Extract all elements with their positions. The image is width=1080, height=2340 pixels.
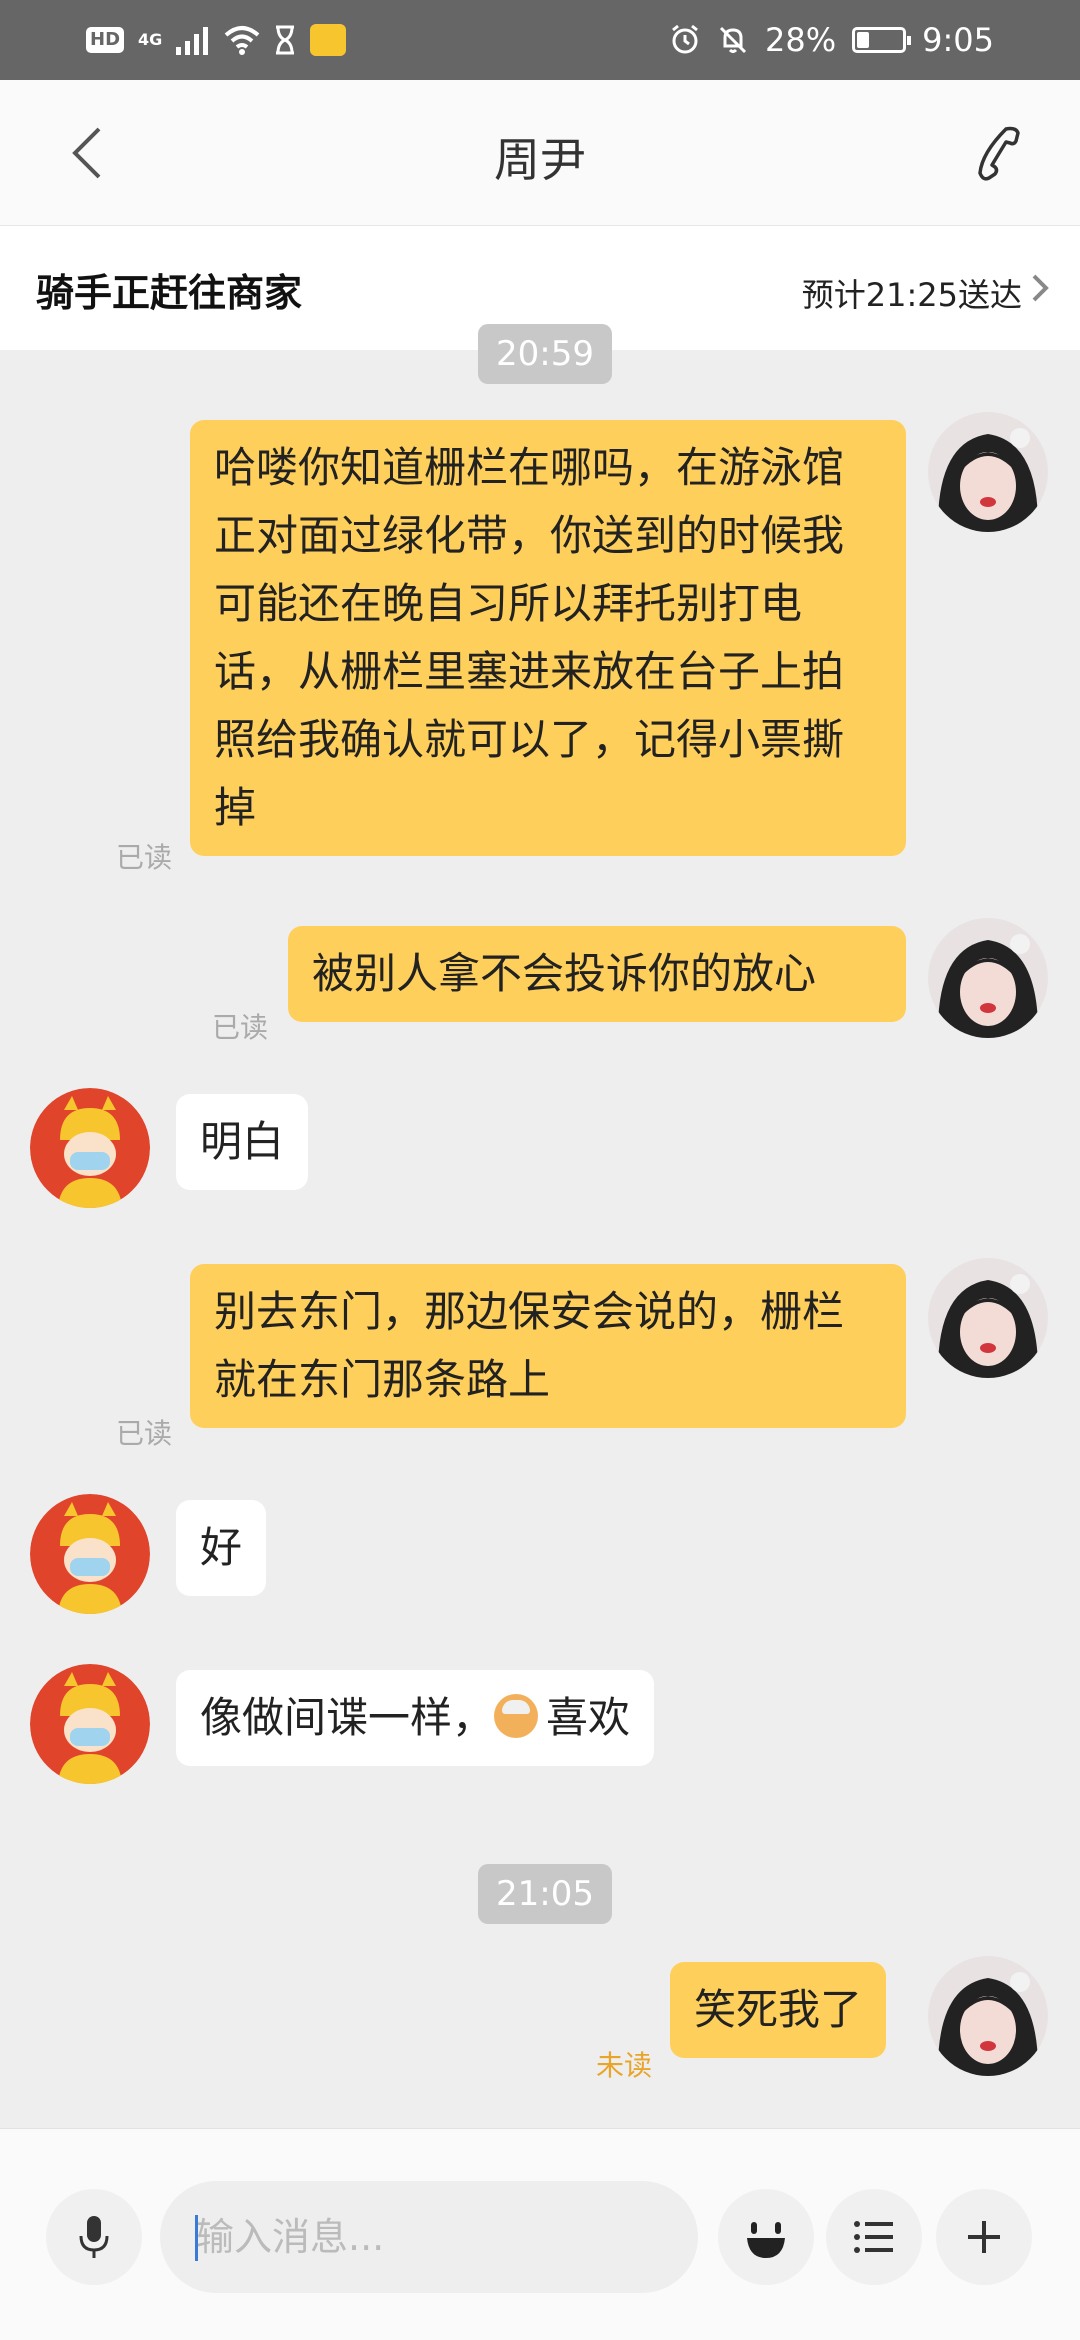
read-receipt: 已读 bbox=[212, 1011, 269, 1044]
emoji-icon bbox=[747, 2222, 785, 2258]
phone-icon bbox=[978, 126, 1020, 181]
clock: 9:05 bbox=[922, 21, 994, 59]
plus-icon bbox=[968, 2221, 1000, 2253]
menu-button[interactable] bbox=[826, 2189, 922, 2285]
sent-message-bubble[interactable]: 别去东门，那边保安会说的，栅栏就在东门那条路上 bbox=[190, 1264, 906, 1428]
microphone-icon bbox=[79, 2216, 109, 2258]
emoji-button[interactable] bbox=[718, 2189, 814, 2285]
more-button[interactable] bbox=[936, 2189, 1032, 2285]
avatar[interactable] bbox=[928, 1956, 1048, 2076]
courier-avatar-image bbox=[30, 1494, 150, 1614]
hourglass-icon bbox=[276, 25, 295, 55]
unread-receipt: 未读 bbox=[596, 2049, 653, 2082]
app-notification-icon bbox=[310, 24, 347, 56]
status-bar-left: HD 4G bbox=[86, 20, 347, 60]
courier-avatar[interactable] bbox=[30, 1664, 150, 1784]
message-input[interactable] bbox=[160, 2181, 698, 2293]
chat-title: 周尹 bbox=[494, 133, 586, 187]
signal-icon bbox=[176, 27, 209, 55]
voice-button[interactable] bbox=[46, 2189, 142, 2285]
avatar[interactable] bbox=[928, 1258, 1048, 1378]
message-text: 喜欢 bbox=[546, 1693, 631, 1742]
read-receipt: 已读 bbox=[116, 841, 173, 874]
timestamp-chip: 21:05 bbox=[478, 1864, 612, 1924]
chevron-right-icon bbox=[1032, 274, 1049, 302]
message-input-bar bbox=[0, 2128, 1080, 2340]
order-eta: 预计21:25送达 bbox=[801, 276, 1022, 314]
courier-avatar-image bbox=[30, 1088, 150, 1208]
user-avatar bbox=[928, 918, 1048, 1038]
alarm-icon bbox=[672, 24, 698, 54]
mute-icon bbox=[719, 26, 747, 54]
status-bar: HD 4G 28% 9:05 bbox=[0, 0, 1080, 80]
timestamp-chip: 20:59 bbox=[478, 324, 612, 384]
battery-icon bbox=[852, 27, 912, 53]
message-text: 像做间谍一样， bbox=[200, 1693, 495, 1742]
wifi-icon bbox=[224, 26, 260, 55]
status-bar-right: 28% 9:05 bbox=[669, 18, 994, 62]
courier-avatar[interactable] bbox=[30, 1088, 150, 1208]
courier-avatar-image bbox=[30, 1664, 150, 1784]
sent-message-bubble[interactable]: 被别人拿不会投诉你的放心 bbox=[288, 926, 906, 1022]
sent-message-bubble[interactable]: 哈喽你知道栅栏在哪吗，在游泳馆正对面过绿化带，你送到的时候我可能还在晚自习所以拜… bbox=[190, 420, 906, 856]
user-avatar bbox=[928, 1258, 1048, 1378]
avatar[interactable] bbox=[928, 918, 1048, 1038]
courier-avatar[interactable] bbox=[30, 1494, 150, 1614]
hd-badge: HD bbox=[86, 27, 125, 53]
received-message-bubble[interactable]: 像做间谍一样， 喜欢 bbox=[176, 1670, 655, 1766]
network-type: 4G bbox=[138, 30, 163, 49]
call-button[interactable] bbox=[966, 118, 1036, 188]
chat-header: 周尹 bbox=[0, 80, 1080, 226]
sent-message-bubble[interactable]: 笑死我了 bbox=[670, 1962, 887, 2058]
avatar[interactable] bbox=[928, 412, 1048, 532]
received-message-bubble[interactable]: 明白 bbox=[176, 1094, 309, 1190]
battery-percent: 28% bbox=[765, 21, 837, 59]
read-receipt: 已读 bbox=[116, 1417, 173, 1450]
text-caret bbox=[195, 2215, 198, 2261]
order-status-text: 骑手正赶往商家 bbox=[36, 271, 303, 315]
user-avatar bbox=[928, 412, 1048, 532]
user-avatar bbox=[928, 1956, 1048, 2076]
received-message-bubble[interactable]: 好 bbox=[176, 1500, 267, 1596]
list-icon bbox=[854, 2221, 893, 2253]
old-man-emoji-icon bbox=[494, 1694, 539, 1738]
battery-fill bbox=[857, 32, 870, 48]
